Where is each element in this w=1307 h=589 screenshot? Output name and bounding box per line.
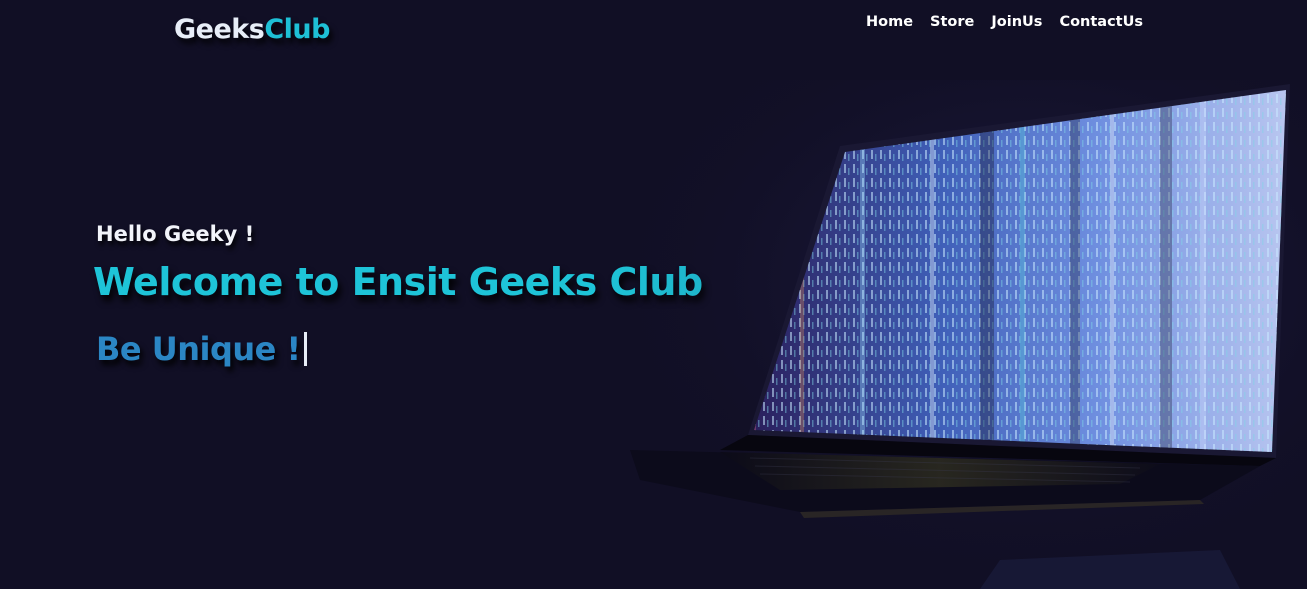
hero-typed-text: Be Unique ! bbox=[96, 330, 301, 368]
nav-link-joinus[interactable]: JoinUs bbox=[991, 14, 1042, 30]
logo-text-geeks: Geeks bbox=[174, 14, 265, 45]
nav-link-home[interactable]: Home bbox=[866, 14, 913, 30]
typing-cursor bbox=[303, 332, 307, 366]
landing-page: GeeksClub Home Store JoinUs ContactUs He… bbox=[0, 0, 1307, 589]
logo-text-club: Club bbox=[264, 14, 330, 45]
nav-link-store[interactable]: Store bbox=[930, 14, 974, 30]
hero-greeting: Hello Geeky ! bbox=[96, 222, 255, 246]
site-logo[interactable]: GeeksClub bbox=[174, 14, 330, 45]
laptop-matrix-image bbox=[600, 80, 1307, 589]
hero-typed-line: Be Unique ! bbox=[96, 330, 307, 368]
main-nav: Home Store JoinUs ContactUs bbox=[866, 14, 1143, 30]
nav-link-contactus[interactable]: ContactUs bbox=[1059, 14, 1143, 30]
